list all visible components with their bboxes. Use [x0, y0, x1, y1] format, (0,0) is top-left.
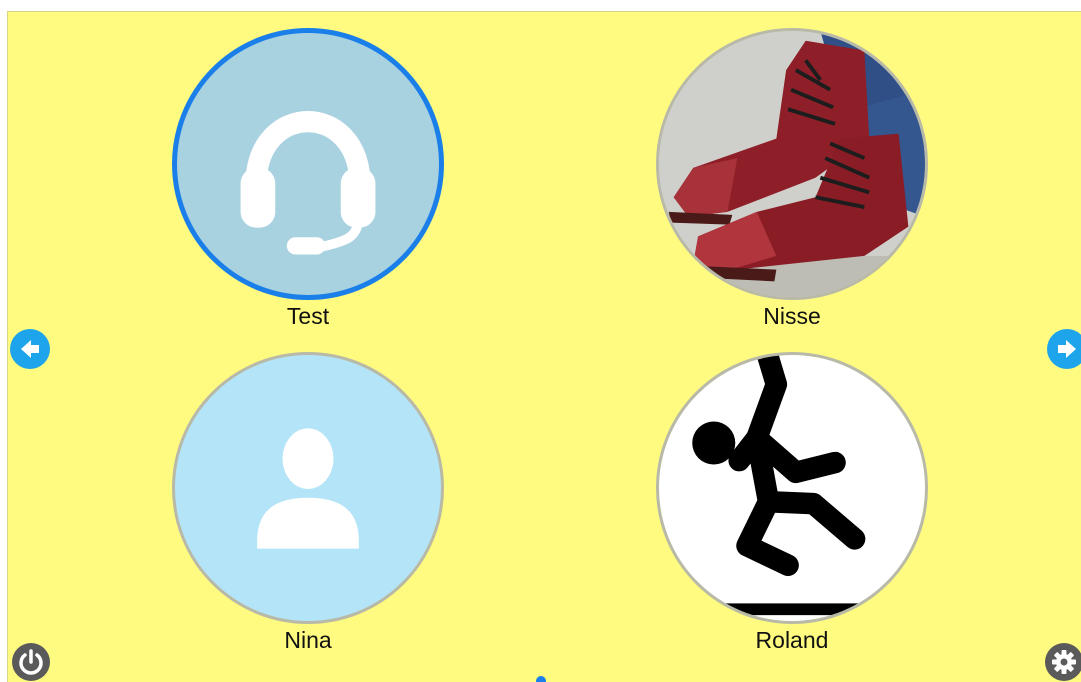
settings-button[interactable] [1045, 643, 1081, 681]
power-icon [12, 643, 50, 681]
avatar-photo [656, 28, 928, 300]
falling-man-icon [692, 355, 884, 616]
contact-name: Nisse [763, 303, 821, 329]
person-icon [257, 428, 359, 549]
previous-page-button[interactable] [10, 329, 50, 369]
avatar-headset [172, 28, 444, 300]
contact-roland[interactable]: Roland [647, 352, 937, 653]
contact-panel: Test Nisse Nina Roland [7, 11, 1081, 682]
contact-test[interactable]: Test [163, 28, 453, 329]
contact-name: Roland [755, 627, 829, 653]
next-page-button[interactable] [1047, 329, 1081, 369]
gear-icon [1045, 643, 1081, 681]
arrow-right-icon [1047, 329, 1081, 369]
page-indicator [536, 676, 546, 682]
contact-name: Nina [284, 627, 332, 653]
avatar-person [172, 352, 444, 624]
red-boots-photo [659, 31, 925, 297]
arrow-left-icon [10, 329, 50, 369]
contact-name: Test [286, 303, 330, 329]
headset-icon [240, 111, 376, 255]
avatar-falling-man [656, 352, 928, 624]
contact-nina[interactable]: Nina [163, 352, 453, 653]
screen: Test Nisse Nina Roland [0, 0, 1081, 682]
power-button[interactable] [12, 643, 50, 681]
contact-nisse[interactable]: Nisse [647, 28, 937, 329]
